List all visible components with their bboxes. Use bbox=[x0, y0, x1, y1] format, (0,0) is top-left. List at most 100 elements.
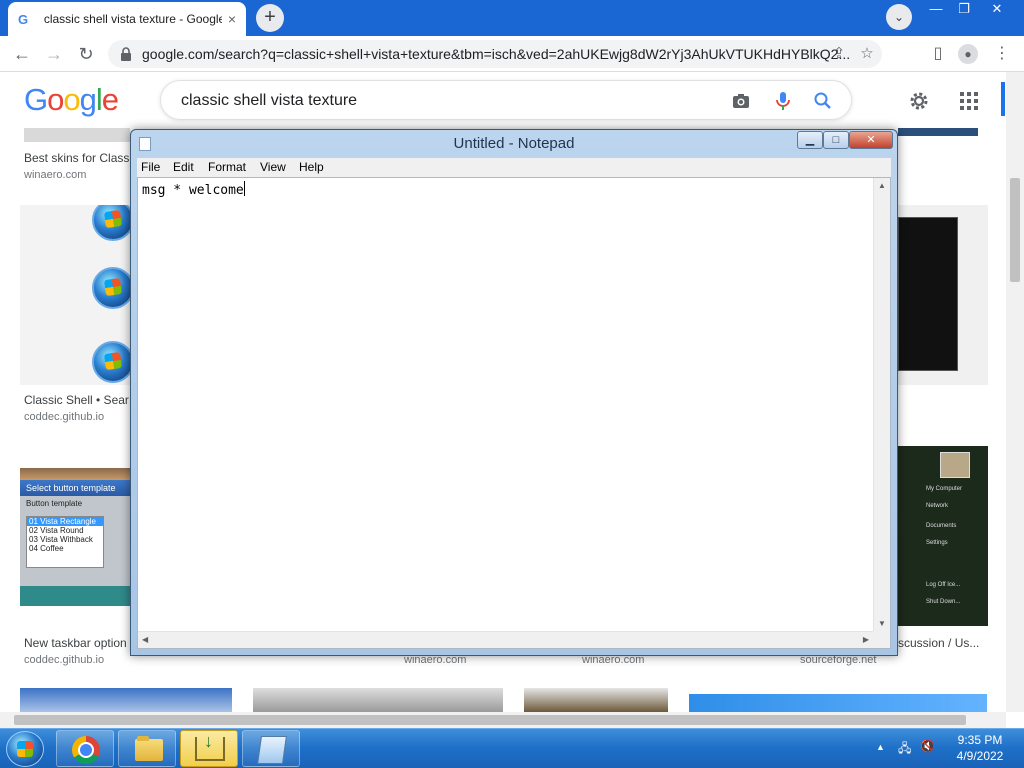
notepad-minimize-button[interactable]: ▁ bbox=[797, 131, 823, 149]
result-thumbnail[interactable] bbox=[898, 205, 988, 385]
scroll-down-arrow-icon[interactable]: ▼ bbox=[878, 619, 886, 628]
search-icon[interactable] bbox=[813, 91, 833, 111]
start-button[interactable] bbox=[6, 731, 44, 767]
result-caption[interactable]: Best skins for Class bbox=[24, 151, 130, 165]
scroll-thumb[interactable] bbox=[14, 715, 966, 725]
profile-icon[interactable]: ● bbox=[958, 44, 978, 64]
browser-toolbar: ← → ↻ google.com/search?q=classic+shell+… bbox=[0, 36, 1024, 72]
chrome-menu-icon[interactable]: ⋮ bbox=[992, 44, 1012, 64]
logo-letter: e bbox=[101, 82, 119, 117]
thumb-option: 04 Coffee bbox=[29, 544, 64, 553]
camera-search-icon[interactable] bbox=[731, 91, 751, 111]
result-caption[interactable]: New taskbar option bbox=[24, 636, 130, 650]
google-logo[interactable]: Google bbox=[24, 82, 119, 118]
result-thumbnail[interactable]: My Computer Network Documents Settings L… bbox=[898, 446, 988, 626]
notepad-menubar: File Edit Format View Help bbox=[137, 158, 891, 177]
window-close-button[interactable]: ✕ bbox=[982, 0, 1012, 20]
scroll-left-arrow-icon[interactable]: ◀ bbox=[142, 635, 148, 644]
taskbar-chrome-button[interactable] bbox=[56, 730, 114, 767]
notepad-text-area[interactable]: msg * welcome ▲ ▼ ◀ ▶ bbox=[137, 177, 891, 649]
thumb-dialog-label: Button template bbox=[26, 499, 83, 508]
new-tab-button[interactable]: + bbox=[256, 4, 284, 32]
google-search-box[interactable]: classic shell vista texture bbox=[160, 80, 852, 120]
taskbar-downloads-button[interactable] bbox=[180, 730, 238, 767]
window-minimize-button[interactable]: — bbox=[922, 0, 950, 20]
system-clock[interactable]: 9:35 PM 4/9/2022 bbox=[950, 732, 1010, 764]
menu-file[interactable]: File bbox=[141, 160, 160, 174]
address-url[interactable]: google.com/search?q=classic+shell+vista+… bbox=[142, 46, 852, 62]
scrollbar-corner bbox=[873, 631, 890, 648]
menu-view[interactable]: View bbox=[260, 160, 286, 174]
logo-letter: o bbox=[63, 82, 80, 117]
result-thumbnail[interactable] bbox=[898, 128, 978, 136]
thumb-option: 01 Vista Rectangle bbox=[27, 517, 103, 526]
result-thumbnail[interactable] bbox=[689, 694, 987, 712]
thumb-option: 02 Vista Round bbox=[29, 526, 84, 535]
page-horizontal-scrollbar[interactable] bbox=[0, 712, 1006, 728]
tab-search-button[interactable]: ⌄ bbox=[886, 4, 912, 30]
network-icon[interactable]: 🖧 bbox=[898, 739, 911, 760]
window-restore-button[interactable]: ❐ bbox=[950, 0, 978, 20]
menu-help[interactable]: Help bbox=[299, 160, 324, 174]
thumb-dialog-title: Select button template bbox=[20, 480, 130, 496]
bookmark-star-icon[interactable]: ☆ bbox=[858, 45, 876, 63]
volume-muted-icon[interactable]: 🔇 bbox=[920, 739, 935, 753]
google-apps-icon[interactable] bbox=[958, 90, 980, 112]
menu-format[interactable]: Format bbox=[208, 160, 246, 174]
show-hidden-icons-icon[interactable]: ▲ bbox=[876, 742, 885, 752]
result-thumbnail[interactable]: Select button template Button template 0… bbox=[20, 468, 130, 606]
menu-edit[interactable]: Edit bbox=[173, 160, 194, 174]
result-thumbnail[interactable] bbox=[20, 205, 130, 385]
result-caption[interactable]: scussion / Us... bbox=[898, 636, 998, 650]
tab-title: classic shell vista texture - Google bbox=[43, 12, 222, 26]
windows-orb-icon bbox=[92, 205, 130, 241]
notepad-maximize-button[interactable]: □ bbox=[823, 131, 849, 149]
notepad-content[interactable]: msg * welcome bbox=[142, 181, 245, 198]
back-icon[interactable]: ← bbox=[10, 42, 34, 66]
notepad-close-button[interactable]: ✕ bbox=[849, 131, 893, 149]
thumb-option: 03 Vista Withback bbox=[29, 535, 93, 544]
scroll-right-arrow-icon[interactable]: ▶ bbox=[863, 635, 869, 644]
notepad-title: Untitled - Notepad bbox=[453, 135, 575, 152]
scroll-thumb[interactable] bbox=[1010, 178, 1020, 282]
notepad-vertical-scrollbar[interactable]: ▲ ▼ bbox=[873, 178, 890, 631]
search-query[interactable]: classic shell vista texture bbox=[181, 92, 357, 110]
scroll-up-arrow-icon[interactable]: ▲ bbox=[878, 181, 886, 190]
notepad-text: msg * welcome bbox=[142, 183, 244, 198]
logo-letter: o bbox=[47, 82, 64, 117]
voice-search-icon[interactable] bbox=[773, 91, 793, 111]
result-thumbnail[interactable] bbox=[253, 688, 503, 712]
settings-gear-icon[interactable] bbox=[908, 90, 930, 112]
side-panel-icon[interactable]: ▯ bbox=[928, 44, 948, 64]
lock-icon[interactable] bbox=[118, 46, 134, 62]
clock-date: 4/9/2022 bbox=[956, 749, 1004, 763]
forward-icon[interactable]: → bbox=[42, 42, 66, 66]
download-icon bbox=[195, 731, 225, 761]
notepad-titlebar[interactable]: Untitled - Notepad ▁ □ ✕ bbox=[131, 130, 897, 158]
thumb-menu-item: Network bbox=[926, 503, 949, 509]
address-bar[interactable]: google.com/search?q=classic+shell+vista+… bbox=[108, 40, 882, 68]
thumb-menu-item: My Computer bbox=[926, 486, 963, 492]
result-source[interactable]: coddec.github.io bbox=[24, 411, 104, 423]
notepad-window[interactable]: Untitled - Notepad ▁ □ ✕ File Edit Forma… bbox=[130, 129, 898, 656]
tab-close-icon[interactable]: × bbox=[228, 11, 236, 27]
taskbar-explorer-button[interactable] bbox=[118, 730, 176, 767]
notepad-horizontal-scrollbar[interactable]: ◀ ▶ bbox=[138, 631, 873, 648]
result-source[interactable]: winaero.com bbox=[24, 169, 86, 181]
windows-orb-icon bbox=[92, 341, 130, 383]
result-source[interactable]: coddec.github.io bbox=[24, 654, 104, 666]
clock-time: 9:35 PM bbox=[957, 733, 1003, 747]
reload-icon[interactable]: ↻ bbox=[74, 42, 98, 66]
taskbar-notepad-button[interactable] bbox=[242, 730, 300, 767]
result-thumbnail[interactable] bbox=[524, 688, 668, 712]
share-icon[interactable]: ⇪ bbox=[830, 45, 848, 63]
page-vertical-scrollbar[interactable] bbox=[1006, 72, 1024, 712]
result-thumbnail[interactable] bbox=[24, 128, 130, 142]
result-caption[interactable]: Classic Shell • Sear bbox=[24, 393, 130, 407]
result-thumbnail[interactable] bbox=[20, 688, 232, 712]
windows-orb-icon bbox=[92, 267, 130, 309]
browser-tab-active[interactable]: G classic shell vista texture - Google × bbox=[8, 2, 246, 36]
folder-icon bbox=[135, 736, 163, 761]
logo-letter: g bbox=[79, 82, 97, 117]
notepad-icon bbox=[257, 736, 287, 764]
